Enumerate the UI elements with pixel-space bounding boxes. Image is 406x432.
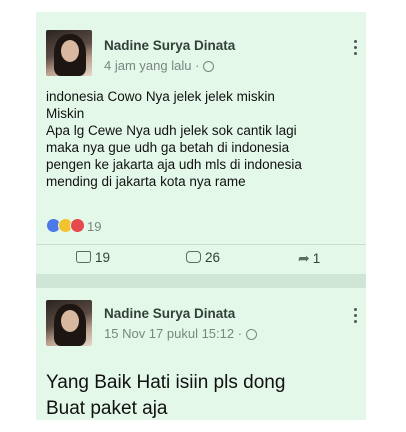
post-card: Nadine Surya Dinata 15 Nov 17 pukul 15:1… — [36, 288, 366, 420]
more-options-icon[interactable] — [354, 308, 358, 326]
globe-icon — [246, 329, 258, 340]
feed-screenshot: Nadine Surya Dinata 4 jam yang lalu · in… — [36, 12, 366, 420]
post-separator — [36, 274, 366, 288]
post-line: Apa lg Cewe Nya udh jelek sok cantik lag… — [46, 123, 297, 138]
post-text: indonesia Cowo Nya jelek jelek miskin Mi… — [46, 88, 364, 190]
post-text: Yang Baik Hati isiin pls dong Buat paket… — [46, 370, 364, 422]
timestamp-text: 15 Nov 17 pukul 15:12 — [104, 326, 235, 341]
post-line: indonesia Cowo Nya jelek jelek miskin — [46, 89, 275, 104]
globe-icon — [203, 61, 215, 72]
avatar[interactable] — [46, 30, 92, 76]
comment-button[interactable]: 26 — [186, 250, 220, 265]
share-count: 1 — [312, 251, 321, 266]
post-line: Yang Baik Hati isiin pls dong — [46, 372, 286, 393]
divider — [36, 244, 366, 245]
like-count: 19 — [95, 250, 111, 265]
share-icon: ➦ — [298, 250, 310, 266]
avatar[interactable] — [46, 300, 92, 346]
comment-count: 26 — [205, 250, 221, 265]
post-line: Miskin — [46, 106, 85, 121]
like-button[interactable]: 19 — [76, 250, 110, 265]
post-line: mending di jakarta kota nya rame — [46, 174, 246, 189]
timestamp-text: 4 jam yang lalu — [104, 58, 192, 73]
post-timestamp: 4 jam yang lalu · — [104, 58, 215, 73]
like-icon — [76, 251, 91, 263]
share-button[interactable]: ➦ 1 — [298, 250, 320, 267]
post-timestamp: 15 Nov 17 pukul 15:12 · — [104, 326, 258, 341]
more-options-icon[interactable] — [354, 40, 358, 58]
post-line: pengen ke jakarta aja udh mls di indones… — [46, 157, 302, 172]
reaction-count: 19 — [87, 219, 102, 234]
post-line: Buat paket aja — [46, 398, 168, 419]
author-name[interactable]: Nadine Surya Dinata — [104, 306, 235, 321]
author-name[interactable]: Nadine Surya Dinata — [104, 38, 235, 53]
love-reaction-icon — [70, 218, 85, 233]
post-line: maka nya gue udh ga betah di indonesia — [46, 140, 290, 155]
reaction-summary[interactable]: 19 — [46, 218, 101, 236]
comment-icon — [186, 251, 201, 263]
post-card: Nadine Surya Dinata 4 jam yang lalu · in… — [36, 12, 366, 274]
